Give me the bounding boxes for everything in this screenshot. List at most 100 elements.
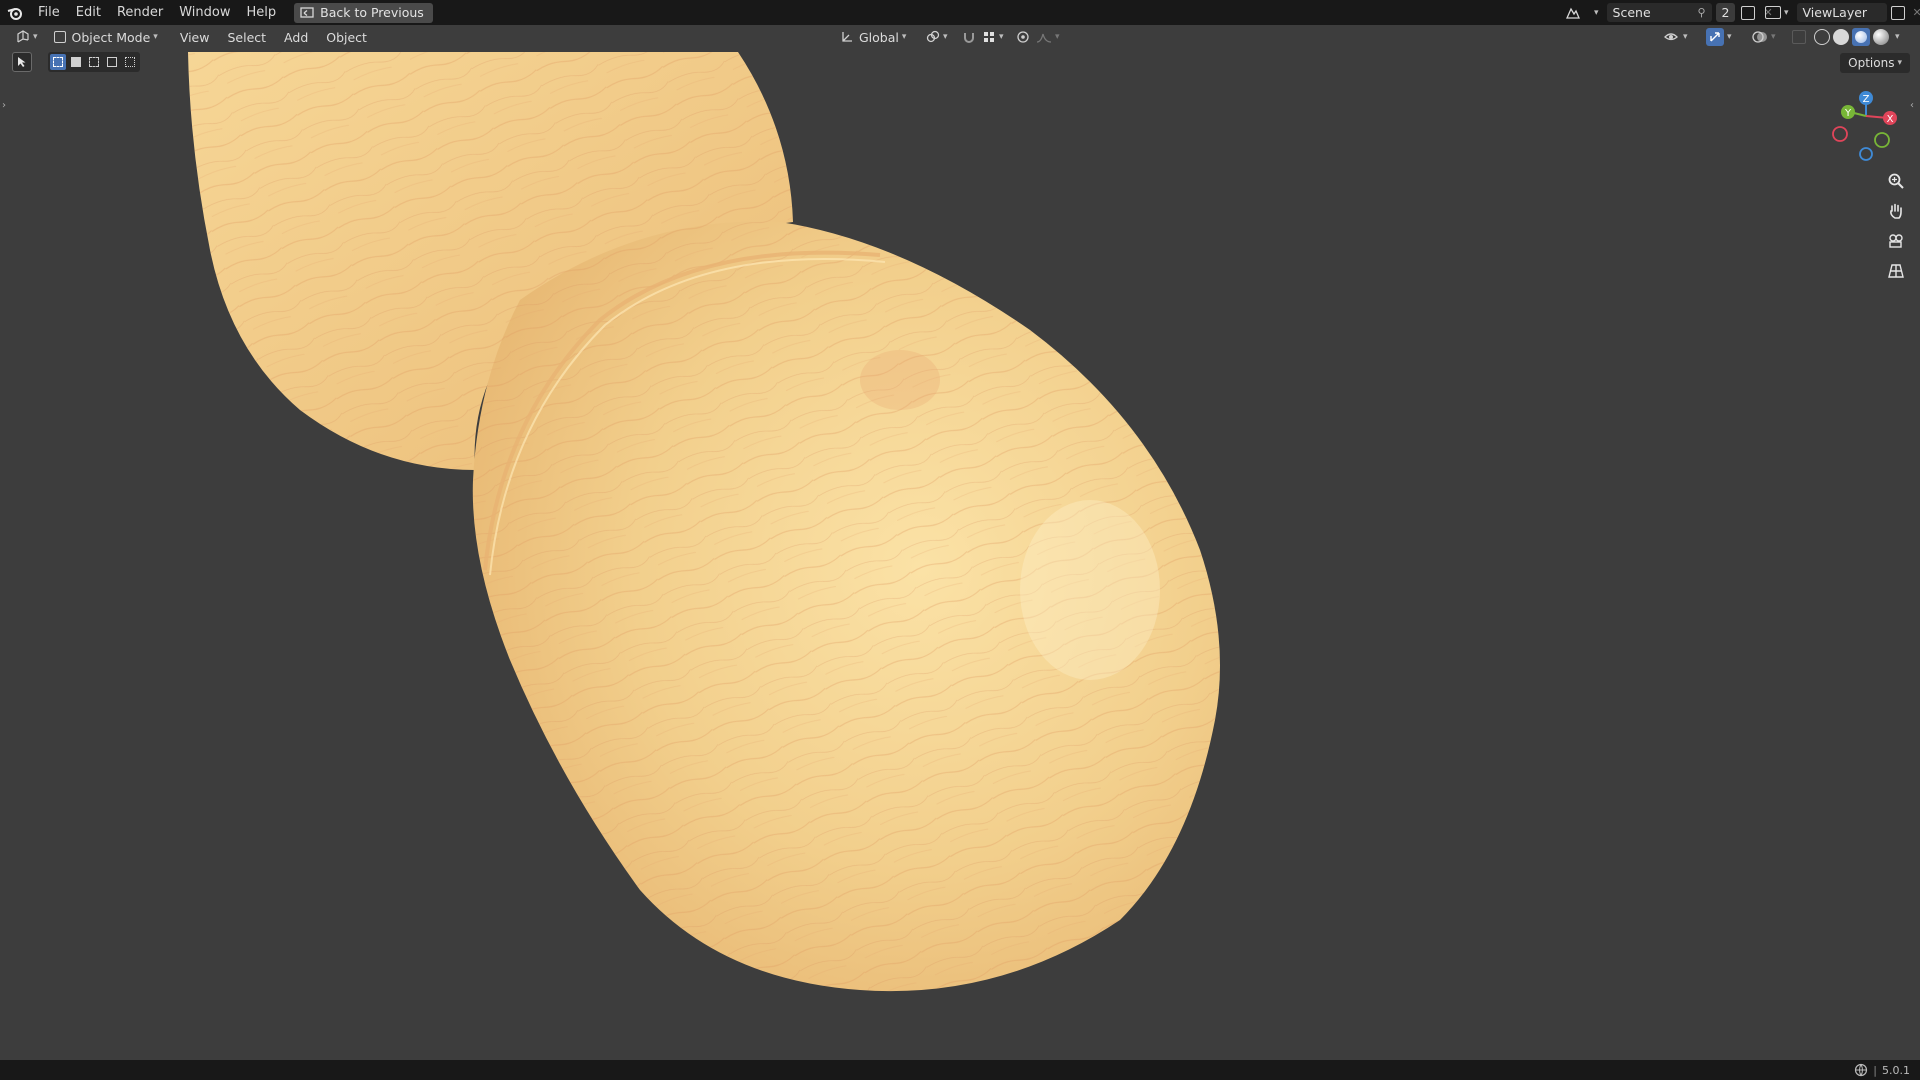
menu-edit[interactable]: Edit bbox=[68, 0, 109, 25]
shading-mode-group: ▾ bbox=[1814, 28, 1900, 46]
camera-icon bbox=[1889, 234, 1903, 248]
magnet-icon bbox=[964, 33, 974, 43]
navigation-gizmo[interactable]: Z X Y bbox=[1828, 88, 1908, 168]
new-scene-icon[interactable] bbox=[1741, 5, 1756, 20]
zoom-magnifier-icon bbox=[1888, 173, 1904, 189]
view-layer-icon[interactable] bbox=[1765, 6, 1781, 19]
header-menu-select[interactable]: Select bbox=[221, 27, 272, 47]
falloff-chevron-icon: ▾ bbox=[1055, 32, 1060, 42]
material-preview-shading-icon[interactable] bbox=[1852, 28, 1870, 46]
proportional-editing-icon bbox=[1017, 31, 1029, 43]
xray-toggle-icon[interactable] bbox=[1792, 30, 1806, 44]
remove-view-layer-icon[interactable]: ✕ bbox=[1913, 6, 1920, 19]
projection-toggle-button[interactable] bbox=[1883, 258, 1909, 284]
falloff-curve-icon bbox=[1036, 33, 1052, 43]
header-menu-view[interactable]: View bbox=[174, 27, 216, 47]
version-label: 5.0.1 bbox=[1882, 1063, 1910, 1077]
axis-neg-x-icon bbox=[1832, 126, 1848, 142]
menu-help[interactable]: Help bbox=[239, 0, 285, 25]
shading-chevron-icon[interactable]: ▾ bbox=[1895, 32, 1900, 42]
editor-type-chevron-icon: ▾ bbox=[33, 32, 38, 42]
status-separator: | bbox=[1873, 1063, 1877, 1077]
select-tool-button[interactable] bbox=[12, 52, 32, 72]
axis-neg-y-icon bbox=[1874, 132, 1890, 148]
snap-toggle[interactable]: ▾ bbox=[956, 27, 1010, 47]
snap-grid-icon bbox=[984, 32, 994, 42]
perspective-grid-icon bbox=[1888, 264, 1904, 278]
options-chevron-icon: ▾ bbox=[1897, 58, 1902, 68]
extend-selection-icon[interactable] bbox=[68, 54, 84, 70]
scene-dropdown-chevron-icon[interactable]: ▾ bbox=[1594, 8, 1599, 18]
options-dropdown[interactable]: Options ▾ bbox=[1840, 53, 1910, 73]
blender-logo-icon[interactable] bbox=[0, 0, 30, 25]
zoom-button[interactable] bbox=[1883, 168, 1909, 194]
view-layer-name: ViewLayer bbox=[1802, 5, 1868, 20]
camera-view-button[interactable] bbox=[1883, 228, 1909, 254]
top-menu-bar: File Edit Render Window Help Back to Pre… bbox=[0, 0, 1920, 25]
options-label: Options bbox=[1848, 56, 1895, 70]
pivot-link-icon bbox=[926, 30, 940, 43]
gizmo-toggle[interactable]: ▾ bbox=[1700, 27, 1738, 47]
overlays-icon bbox=[1752, 31, 1767, 43]
mode-label: Object Mode bbox=[71, 29, 151, 45]
mode-selector[interactable]: Object Mode ▾ bbox=[48, 27, 164, 47]
svg-text:Y: Y bbox=[1844, 108, 1852, 119]
visibility-chevron-icon: ▾ bbox=[1683, 32, 1688, 42]
sidebar-expand-chevron-icon[interactable]: ‹ bbox=[1910, 100, 1914, 111]
new-view-layer-icon[interactable] bbox=[1890, 5, 1905, 20]
intersect-selection-icon[interactable] bbox=[122, 54, 138, 70]
toolbar-expand-chevron-icon[interactable]: › bbox=[2, 100, 6, 111]
orientation-label: Global bbox=[859, 29, 899, 45]
pivot-chevron-icon: ▾ bbox=[943, 32, 948, 42]
scene-icon[interactable] bbox=[1565, 6, 1591, 20]
gizmo-icon bbox=[1706, 28, 1724, 46]
viewport-render[interactable] bbox=[0, 0, 1920, 1080]
back-to-previous-label: Back to Previous bbox=[320, 5, 424, 20]
menu-window[interactable]: Window bbox=[171, 0, 238, 25]
cursor-arrow-icon bbox=[18, 57, 26, 67]
mode-chevron-icon: ▾ bbox=[153, 32, 158, 42]
wireframe-shading-icon[interactable] bbox=[1814, 29, 1830, 45]
overlays-toggle[interactable]: ▾ bbox=[1746, 27, 1782, 47]
scene-users-count: 2 bbox=[1715, 3, 1736, 22]
snap-chevron-icon: ▾ bbox=[999, 32, 1004, 42]
invert-selection-icon[interactable] bbox=[104, 54, 120, 70]
set-selection-icon[interactable] bbox=[50, 54, 66, 70]
solid-shading-icon[interactable] bbox=[1833, 29, 1849, 45]
status-bar: | 5.0.1 bbox=[0, 1060, 1920, 1080]
view-layer-name-field[interactable]: ViewLayer bbox=[1796, 3, 1887, 22]
pan-button[interactable] bbox=[1883, 198, 1909, 224]
menu-render[interactable]: Render bbox=[109, 0, 171, 25]
tool-settings-row bbox=[12, 52, 140, 72]
orientation-chevron-icon: ▾ bbox=[901, 32, 907, 42]
rendered-shading-icon[interactable] bbox=[1873, 29, 1889, 45]
3d-viewport-icon bbox=[17, 30, 29, 43]
selection-mode-group bbox=[48, 52, 140, 72]
selectability-visibility-selector[interactable]: ▾ bbox=[1658, 27, 1694, 47]
transform-orientation-selector[interactable]: Global ▾ bbox=[834, 27, 912, 47]
axis-neg-z-icon bbox=[1859, 147, 1873, 161]
view-layer-selector: ▾ ViewLayer ✕ bbox=[1765, 0, 1920, 25]
svg-text:Z: Z bbox=[1863, 94, 1870, 105]
view-layer-dropdown-chevron-icon[interactable]: ▾ bbox=[1784, 8, 1789, 18]
viewport-header: ▾ Object Mode ▾ View Select Add Object G… bbox=[0, 25, 1920, 49]
menu-file[interactable]: File bbox=[30, 0, 68, 25]
eye-cursor-icon bbox=[1664, 33, 1678, 41]
back-to-previous-button[interactable]: Back to Previous bbox=[294, 2, 433, 23]
svg-text:X: X bbox=[1887, 114, 1894, 125]
pin-icon[interactable]: ⚲ bbox=[1697, 6, 1705, 19]
overlays-chevron-icon: ▾ bbox=[1771, 32, 1776, 42]
editor-type-selector[interactable]: ▾ bbox=[10, 27, 44, 47]
subtract-selection-icon[interactable] bbox=[86, 54, 102, 70]
pivot-point-selector[interactable]: ▾ bbox=[920, 27, 954, 47]
scene-name-field[interactable]: Scene ⚲ bbox=[1606, 3, 1712, 22]
proportional-editing-toggle[interactable]: ▾ bbox=[1010, 27, 1066, 47]
header-menu-object[interactable]: Object bbox=[320, 27, 373, 47]
object-mode-icon bbox=[53, 31, 66, 43]
scene-name: Scene bbox=[1612, 5, 1651, 20]
orientation-axes-icon bbox=[842, 32, 852, 42]
header-menu-add[interactable]: Add bbox=[278, 27, 314, 47]
gizmo-chevron-icon: ▾ bbox=[1727, 32, 1732, 42]
back-screen-icon bbox=[300, 6, 314, 18]
scene-selector: ▾ Scene ⚲ 2 ✕ bbox=[1565, 0, 1773, 25]
